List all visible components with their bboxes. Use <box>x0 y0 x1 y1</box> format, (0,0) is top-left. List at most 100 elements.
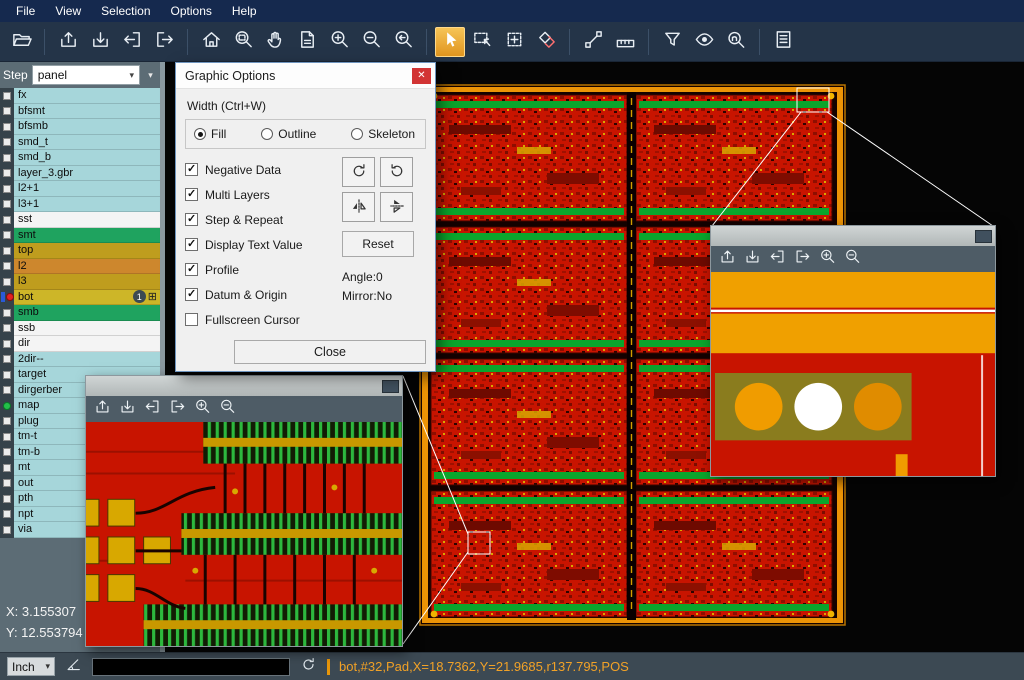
layer-checkbox[interactable] <box>3 169 11 177</box>
layer-checkbox[interactable] <box>3 448 11 456</box>
layer-checkbox[interactable] <box>3 231 11 239</box>
menu-item[interactable]: File <box>6 1 45 21</box>
close-icon[interactable] <box>412 68 431 84</box>
angle-measure-icon[interactable] <box>64 657 83 676</box>
layer-row[interactable]: top <box>0 243 160 259</box>
layer-checkbox[interactable] <box>3 479 11 487</box>
layer-row[interactable]: l3 <box>0 274 160 290</box>
fill-mode-radio[interactable]: Skeleton <box>351 127 415 141</box>
transform-button[interactable] <box>380 192 413 222</box>
layer-name-cell[interactable]: top <box>14 243 160 259</box>
layer-name-cell[interactable]: dir <box>14 336 160 352</box>
layer-checkbox[interactable] <box>3 216 11 224</box>
window-menu-button[interactable] <box>382 380 399 393</box>
layer-checkbox[interactable] <box>3 386 11 394</box>
layer-row[interactable]: bot 1 <box>0 290 160 306</box>
transform-button[interactable] <box>380 157 413 187</box>
toolbar-button[interactable] <box>6 27 36 57</box>
layer-checkbox[interactable] <box>3 107 11 115</box>
layer-name-cell[interactable]: fx <box>14 88 160 104</box>
toolbar-button[interactable] <box>149 27 179 57</box>
magnifier2-titlebar[interactable] <box>711 226 995 246</box>
dialog-titlebar[interactable]: Graphic Options <box>176 63 435 89</box>
toolbar-button[interactable] <box>768 27 798 57</box>
toolbar-button[interactable] <box>228 27 258 57</box>
display-option-checkbox[interactable]: Display Text Value <box>185 232 336 257</box>
magnifier-tool-button[interactable] <box>116 398 138 420</box>
layer-row[interactable]: bfsmt <box>0 104 160 120</box>
display-option-checkbox[interactable]: Multi Layers <box>185 182 336 207</box>
magnifier-tool-button[interactable] <box>741 248 763 270</box>
layer-checkbox[interactable] <box>3 185 11 193</box>
layer-checkbox[interactable] <box>3 433 11 441</box>
magnifier2-viewport[interactable] <box>711 272 995 476</box>
toolbar-button[interactable] <box>324 27 354 57</box>
magnifier-tool-button[interactable] <box>91 398 113 420</box>
menu-item[interactable]: Help <box>222 1 267 21</box>
layer-checkbox[interactable] <box>3 262 11 270</box>
reset-button[interactable]: Reset <box>342 231 414 257</box>
toolbar-button[interactable] <box>467 27 497 57</box>
layer-checkbox[interactable] <box>3 200 11 208</box>
toolbar-button[interactable] <box>578 27 608 57</box>
layer-name-cell[interactable]: smb <box>14 305 160 321</box>
layer-name-cell[interactable]: smt <box>14 228 160 244</box>
layer-checkbox[interactable] <box>3 247 11 255</box>
magnifier-tool-button[interactable] <box>216 398 238 420</box>
magnifier-tool-button[interactable] <box>816 248 838 270</box>
display-option-checkbox[interactable]: Profile <box>185 257 336 282</box>
layer-row[interactable]: ssb <box>0 321 160 337</box>
fill-mode-radio[interactable]: Outline <box>261 127 316 141</box>
magnifier-tool-button[interactable] <box>191 398 213 420</box>
layer-row[interactable]: layer_3.gbr <box>0 166 160 182</box>
layer-name-cell[interactable]: bfsmb <box>14 119 160 135</box>
layer-checkbox[interactable] <box>3 324 11 332</box>
magnifier-tool-button[interactable] <box>841 248 863 270</box>
layer-name-cell[interactable]: ssb <box>14 321 160 337</box>
layer-checkbox[interactable] <box>3 92 11 100</box>
layer-row[interactable]: 2dir-- <box>0 352 160 368</box>
toolbar-button[interactable] <box>356 27 386 57</box>
display-option-checkbox[interactable]: Fullscreen Cursor <box>185 307 336 332</box>
layer-row[interactable]: l3+1 <box>0 197 160 213</box>
layer-name-cell[interactable]: l2+1 <box>14 181 160 197</box>
layer-name-cell[interactable]: l3+1 <box>14 197 160 213</box>
layer-name-cell[interactable]: l3 <box>14 274 160 290</box>
layer-checkbox[interactable] <box>3 495 11 503</box>
unit-selector[interactable]: Inch <box>7 657 55 676</box>
toolbar-button[interactable] <box>292 27 322 57</box>
layer-checkbox[interactable] <box>3 123 11 131</box>
layer-name-cell[interactable]: smd_t <box>14 135 160 151</box>
layer-name-cell[interactable]: smd_b <box>14 150 160 166</box>
toolbar-button[interactable] <box>53 27 83 57</box>
magnifier1-titlebar[interactable] <box>86 376 402 396</box>
layer-name-cell[interactable]: layer_3.gbr <box>14 166 160 182</box>
layer-name-cell[interactable]: l2 <box>14 259 160 275</box>
layer-name-cell[interactable]: bfsmt <box>14 104 160 120</box>
transform-button[interactable] <box>342 192 375 222</box>
layer-checkbox[interactable] <box>3 464 11 472</box>
layer-checkbox[interactable] <box>3 510 11 518</box>
toolbar-button[interactable] <box>260 27 290 57</box>
display-option-checkbox[interactable]: Datum & Origin <box>185 282 336 307</box>
menu-item[interactable]: View <box>45 1 91 21</box>
layer-checkbox[interactable] <box>3 154 11 162</box>
layer-name-cell[interactable]: 2dir-- <box>14 352 160 368</box>
refresh-icon[interactable] <box>299 657 318 676</box>
magnifier-tool-button[interactable] <box>141 398 163 420</box>
layer-checkbox[interactable] <box>3 138 11 146</box>
magnifier-tool-button[interactable] <box>166 398 188 420</box>
layer-checkbox[interactable] <box>3 278 11 286</box>
magnifier-tool-button[interactable] <box>766 248 788 270</box>
toolbar-button[interactable] <box>117 27 147 57</box>
toolbar-button[interactable] <box>85 27 115 57</box>
step-selector[interactable]: panel <box>32 65 140 85</box>
magnifier-tool-button[interactable] <box>716 248 738 270</box>
layer-checkbox[interactable] <box>3 309 11 317</box>
layer-checkbox[interactable] <box>3 355 11 363</box>
layer-row[interactable]: dir <box>0 336 160 352</box>
toolbar-button[interactable] <box>610 27 640 57</box>
layer-checkbox[interactable] <box>3 340 11 348</box>
display-option-checkbox[interactable]: Step & Repeat <box>185 207 336 232</box>
magnifier1-viewport[interactable] <box>86 422 402 646</box>
